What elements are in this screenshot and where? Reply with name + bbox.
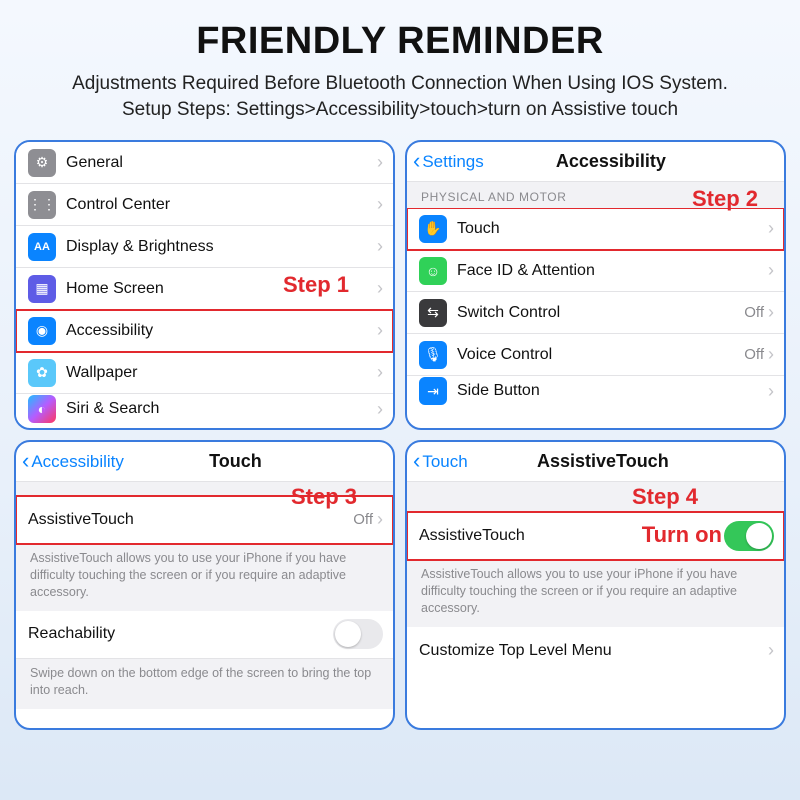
page-title: FRIENDLY REMINDER <box>14 20 786 63</box>
chevron-right-icon: › <box>377 509 383 530</box>
row-label: Touch <box>457 220 768 238</box>
nav-title: Touch <box>84 451 387 472</box>
settings-row[interactable]: ⋮⋮ Control Center› <box>16 184 393 226</box>
nav-title: AssistiveTouch <box>428 451 778 472</box>
nav-bar: ‹ Settings Accessibility <box>407 142 784 182</box>
toggle-reachability[interactable] <box>333 619 383 649</box>
settings-row[interactable]: ⇆ Switch ControlOff› <box>407 292 784 334</box>
chevron-right-icon: › <box>377 152 383 173</box>
subtitle-line: Setup Steps: Settings>Accessibility>touc… <box>122 99 678 120</box>
step-badge: Step 1 <box>283 272 349 298</box>
row-value: Off <box>353 511 373 528</box>
row-label: Control Center <box>66 196 377 214</box>
settings-row[interactable]: ◐ Siri & Search› <box>16 394 393 424</box>
chevron-right-icon: › <box>768 381 774 402</box>
chevron-left-icon: ‹ <box>413 150 420 172</box>
panel-step-2: Step 2 ‹ Settings Accessibility PHYSICAL… <box>405 140 786 430</box>
chevron-right-icon: › <box>768 640 774 661</box>
row-reachability[interactable]: Reachability <box>16 611 393 659</box>
accessibility-icon: ◉ <box>28 317 56 345</box>
settings-row[interactable]: AA Display & Brightness› <box>16 226 393 268</box>
row-label: Wallpaper <box>66 364 377 382</box>
row-value: Off <box>744 346 764 363</box>
chevron-right-icon: › <box>377 399 383 420</box>
gear-icon: ⚙︎ <box>28 149 56 177</box>
face-icon: ☺ <box>419 257 447 285</box>
footer-note: Swipe down on the bottom edge of the scr… <box>16 659 393 709</box>
settings-row[interactable]: ☺ Face ID & Attention› <box>407 250 784 292</box>
settings-row[interactable]: ✿ Wallpaper› <box>16 352 393 394</box>
row-label: Face ID & Attention <box>457 262 768 280</box>
row-label: Switch Control <box>457 304 744 322</box>
page-subtitle: Adjustments Required Before Bluetooth Co… <box>14 71 786 122</box>
nav-bar: ‹ Touch AssistiveTouch <box>407 442 784 482</box>
row-label: Display & Brightness <box>66 238 377 256</box>
chevron-left-icon: ‹ <box>22 450 29 472</box>
settings-row[interactable]: ⇥ Side Button› <box>407 376 784 406</box>
chevron-right-icon: › <box>377 236 383 257</box>
button-icon: ⇥ <box>419 377 447 405</box>
row-customize-menu[interactable]: Customize Top Level Menu › <box>407 627 784 675</box>
chevron-right-icon: › <box>377 278 383 299</box>
row-label: General <box>66 154 377 172</box>
footer-note: AssistiveTouch allows you to use your iP… <box>407 560 784 627</box>
aa-icon: AA <box>28 233 56 261</box>
voice-icon: 🎙 <box>419 341 447 369</box>
row-label: Reachability <box>28 625 333 643</box>
chevron-right-icon: › <box>768 302 774 323</box>
panel-step-4: Step 4 ‹ Touch AssistiveTouch Turn on As… <box>405 440 786 730</box>
chevron-right-icon: › <box>377 194 383 215</box>
row-label: Siri & Search <box>66 400 377 418</box>
nav-title: Accessibility <box>444 151 778 172</box>
switch-icon: ⇆ <box>419 299 447 327</box>
chevron-right-icon: › <box>377 362 383 383</box>
subtitle-line: Adjustments Required Before Bluetooth Co… <box>72 73 728 94</box>
chevron-left-icon: ‹ <box>413 450 420 472</box>
settings-row[interactable]: ◉ Accessibility› <box>16 310 393 352</box>
step-badge: Step 2 <box>692 186 758 212</box>
step-badge: Step 3 <box>291 484 357 510</box>
settings-row[interactable]: ⚙︎ General› <box>16 142 393 184</box>
row-value: Off <box>744 304 764 321</box>
row-label: AssistiveTouch <box>28 511 353 529</box>
chevron-right-icon: › <box>768 344 774 365</box>
grid-icon: ▦ <box>28 275 56 303</box>
step-badge: Step 4 <box>632 484 698 510</box>
settings-row[interactable]: ✋ Touch› <box>407 208 784 250</box>
chevron-right-icon: › <box>768 260 774 281</box>
hand-icon: ✋ <box>419 215 447 243</box>
panel-step-3: Step 3 ‹ Accessibility Touch AssistiveTo… <box>14 440 395 730</box>
row-label: Customize Top Level Menu <box>419 642 768 660</box>
row-assistivetouch-toggle[interactable]: AssistiveTouch <box>407 512 784 560</box>
siri-icon: ◐ <box>28 395 56 423</box>
nav-bar: ‹ Accessibility Touch <box>16 442 393 482</box>
chevron-right-icon: › <box>768 218 774 239</box>
row-label: Accessibility <box>66 322 377 340</box>
row-label: Side Button <box>457 382 768 400</box>
panel-step-1: Step 1 ⚙︎General›⋮⋮Control Center›AADisp… <box>14 140 395 430</box>
turn-on-label: Turn on <box>642 522 722 548</box>
sliders-icon: ⋮⋮ <box>28 191 56 219</box>
row-label: Voice Control <box>457 346 744 364</box>
settings-row[interactable]: 🎙 Voice ControlOff› <box>407 334 784 376</box>
chevron-right-icon: › <box>377 320 383 341</box>
footer-note: AssistiveTouch allows you to use your iP… <box>16 544 393 611</box>
flower-icon: ✿ <box>28 359 56 387</box>
toggle-assistivetouch[interactable] <box>724 521 774 551</box>
